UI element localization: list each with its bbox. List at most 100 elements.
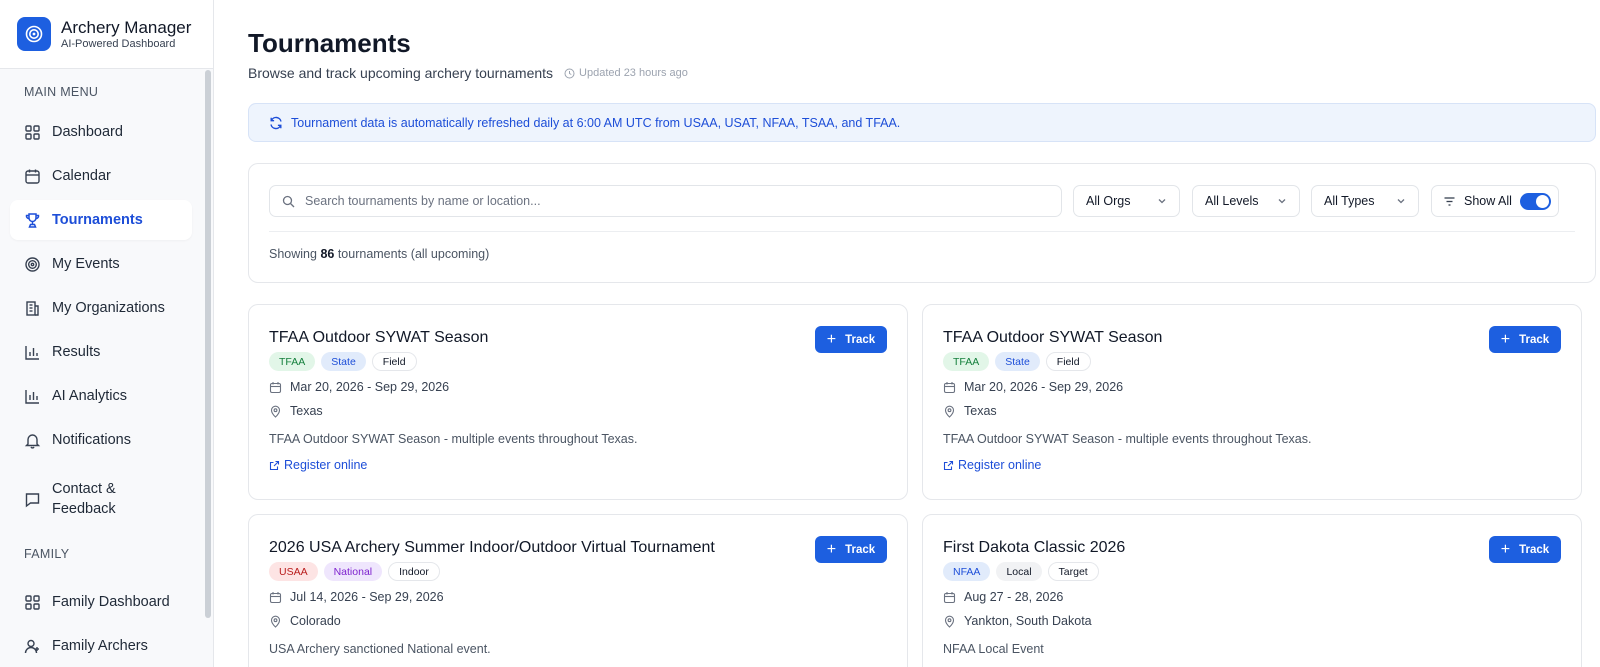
sidebar-item-label: Family Archers [52,638,148,654]
tournament-dates: Mar 20, 2026 - Sep 29, 2026 [943,380,1123,394]
tournament-description: USA Archery sanctioned National event. [269,642,491,656]
tournament-card[interactable]: First Dakota Classic 2026 + Track NFAA Lo… [922,514,1582,667]
levels-select[interactable]: All Levels [1192,185,1300,217]
calendar-icon [943,591,956,603]
location-text: Texas [290,404,323,418]
tournament-tags: TFAA State Field [943,352,1097,371]
tournament-title: First Dakota Classic 2026 [943,539,1126,556]
track-button[interactable]: + Track [815,326,887,353]
show-all-label: Show All [1464,194,1512,208]
plus-icon: + [826,540,837,558]
tournament-location: Texas [269,404,323,418]
dates-text: Aug 27 - 28, 2026 [964,590,1064,604]
sidebar-scrollbar[interactable] [205,70,211,618]
sidebar-item-results[interactable]: Results [10,332,192,372]
sidebar-item-label: Dashboard [52,124,123,140]
sidebar: Archery Manager AI-Powered Dashboard MAI… [0,0,214,667]
location-text: Yankton, South Dakota [964,614,1092,628]
types-select-value: All Types [1324,194,1375,208]
sidebar-item-my-organizations[interactable]: My Organizations [10,288,192,328]
org-tag: TFAA [943,352,990,371]
info-banner: Tournament data is automatically refresh… [248,103,1596,142]
type-tag: Field [371,352,417,371]
sidebar-item-family-archers[interactable]: Family Archers [10,626,192,666]
banner-text: Tournament data is automatically refresh… [291,115,901,130]
search-box[interactable] [269,185,1062,217]
track-button[interactable]: + Track [1489,536,1561,563]
building-icon [26,300,39,316]
tournament-card[interactable]: 2026 USA Archery Summer Indoor/Outdoor V… [248,514,908,667]
page-title: Tournaments [248,28,411,58]
sidebar-item-tournaments[interactable]: Tournaments [10,200,192,240]
search-input[interactable] [305,194,1005,208]
sidebar-item-my-events[interactable]: My Events [10,244,192,284]
bell-icon [24,433,41,449]
tournament-dates: Jul 14, 2026 - Sep 29, 2026 [269,590,444,604]
register-link[interactable]: Register online [943,458,1041,472]
tournament-title: TFAA Outdoor SYWAT Season [269,329,489,346]
results-count: Showing 86 tournaments (all upcoming) [269,247,489,261]
sidebar-item-calendar[interactable]: Calendar [10,156,192,196]
plus-icon: + [1500,540,1511,558]
external-link-icon [943,460,954,470]
showing-count: 86 [320,247,335,261]
chevron-down-icon [1397,199,1405,204]
tournament-location: Colorado [269,614,341,628]
level-tag: State [321,352,366,371]
tournament-location: Yankton, South Dakota [943,614,1092,628]
tournament-title: 2026 USA Archery Summer Indoor/Outdoor V… [269,539,715,556]
register-text: Register online [958,458,1042,472]
map-pin-icon [270,615,281,628]
sidebar-item-label: Tournaments [52,212,143,228]
dates-text: Mar 20, 2026 - Sep 29, 2026 [290,380,450,394]
bar-chart-icon [25,389,39,404]
types-select[interactable]: All Types [1311,185,1419,217]
level-tag: National [323,562,383,581]
divider [269,231,1575,232]
track-label: Track [1519,333,1550,346]
grid-icon [25,124,40,140]
sidebar-item-contact-feedback[interactable]: Contact & Feedback [10,474,192,524]
level-tag: State [995,352,1040,371]
showing-prefix: Showing [269,247,317,261]
clock-icon [564,68,575,78]
sidebar-item-ai-analytics[interactable]: AI Analytics [10,376,192,416]
show-all-toggle-group[interactable]: Show All [1431,185,1559,217]
chevron-down-icon [1158,199,1166,204]
track-button[interactable]: + Track [815,536,887,563]
sidebar-item-label: Results [52,344,101,360]
track-button[interactable]: + Track [1489,326,1561,353]
main-menu-label: MAIN MENU [24,85,99,99]
main-content: Tournaments Browse and track upcoming ar… [214,0,1600,667]
register-link[interactable]: Register online [269,458,367,472]
org-tag: USAA [269,562,318,581]
tournament-tags: NFAA Local Target [943,562,1105,581]
location-text: Colorado [290,614,341,628]
toggle-knob [1535,194,1549,208]
brand[interactable]: Archery Manager AI-Powered Dashboard [0,0,213,69]
orgs-select-value: All Orgs [1086,194,1131,208]
track-label: Track [845,333,876,346]
map-pin-icon [270,405,281,418]
updated-status: Updated 23 hours ago [564,67,688,79]
sidebar-item-family-dashboard[interactable]: Family Dashboard [10,582,192,622]
updated-text: Updated 23 hours ago [579,67,688,79]
sidebar-item-dashboard[interactable]: Dashboard [10,112,192,152]
bar-chart-icon [25,345,39,360]
tournament-tags: USAA National Indoor [269,562,446,581]
track-label: Track [845,543,876,556]
show-all-toggle[interactable] [1519,192,1551,210]
tournament-description: TFAA Outdoor SYWAT Season - multiple eve… [269,432,638,446]
sidebar-item-notifications[interactable]: Notifications [10,420,192,460]
search-icon [282,195,295,207]
tournament-card[interactable]: TFAA Outdoor SYWAT Season + Track TFAA St… [922,304,1582,500]
sidebar-item-label: My Events [52,256,120,272]
orgs-select[interactable]: All Orgs [1073,185,1180,217]
filter-icon [1444,196,1455,206]
tournament-description: NFAA Local Event [943,642,1044,656]
tournament-card[interactable]: TFAA Outdoor SYWAT Season + Track TFAA St… [248,304,908,500]
plus-icon: + [826,330,837,348]
page-subtitle-text: Browse and track upcoming archery tourna… [248,65,554,81]
sidebar-item-label: My Organizations [52,300,165,316]
family-label: FAMILY [24,547,70,561]
